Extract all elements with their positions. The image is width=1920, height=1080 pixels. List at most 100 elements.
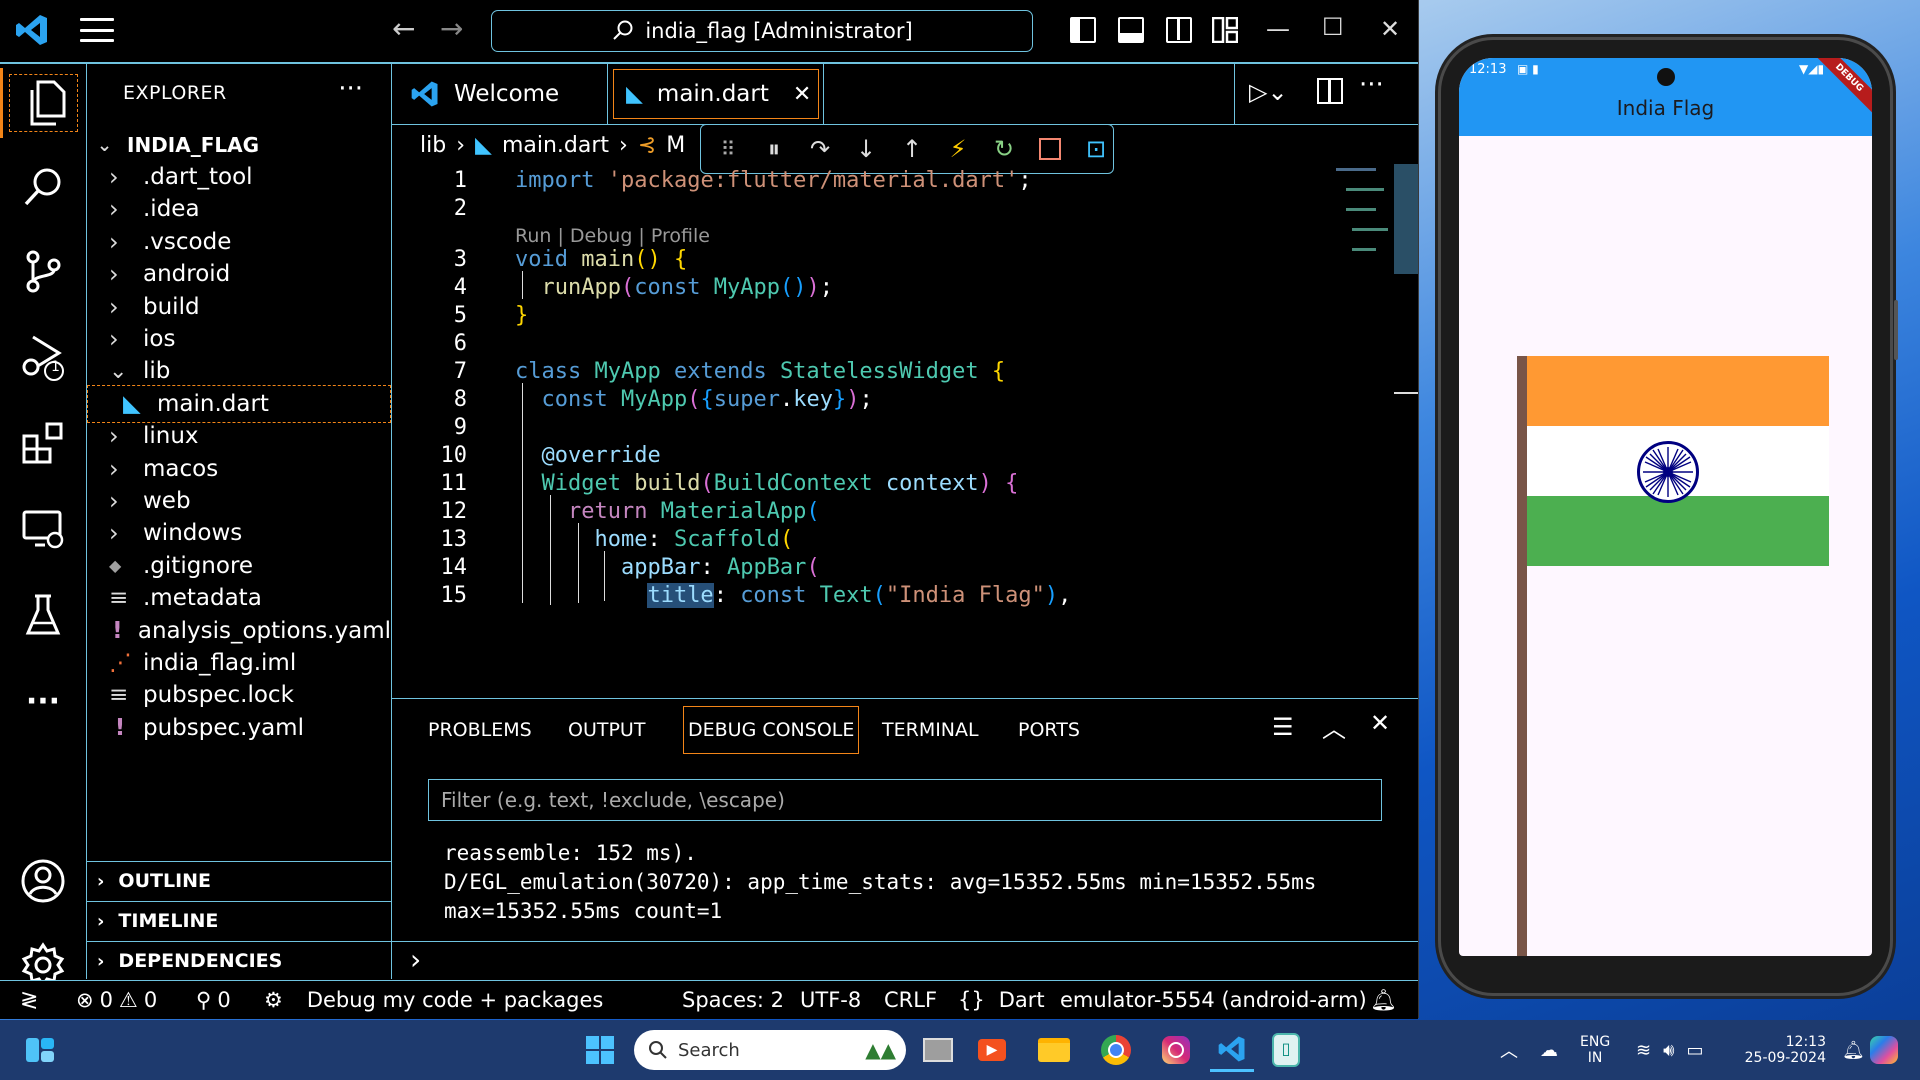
tree-item-label: linux <box>143 423 199 450</box>
explorer-icon[interactable] <box>0 68 86 138</box>
pause-icon[interactable]: ⏸ <box>759 134 789 164</box>
notifications-bell-icon[interactable]: 🔔︎ <box>1370 981 1397 1019</box>
extensions-icon[interactable] <box>0 408 86 478</box>
encoding-indicator[interactable]: UTF-8 <box>800 981 861 1019</box>
clock[interactable]: 12:13 25-09-2024 <box>1736 1020 1826 1080</box>
editor-area: Welcome ◣ main.dart ✕ ▷⌄ ··· lib › ◣ mai… <box>392 64 1418 696</box>
maximize-panel-icon[interactable]: ︿ <box>1322 709 1346 744</box>
back-arrow-icon[interactable]: ← <box>392 14 415 44</box>
tab-welcome[interactable]: Welcome <box>392 64 608 124</box>
run-debug-icon[interactable]: 1 <box>0 322 86 392</box>
close-panel-icon[interactable]: ✕ <box>1370 709 1390 737</box>
step-over-icon[interactable]: ↷ <box>805 134 835 164</box>
chevron-right-icon: › <box>109 454 119 483</box>
timeline-section[interactable]: › TIMELINE <box>87 901 391 940</box>
show-hidden-icons[interactable]: ︿ <box>1500 1020 1518 1080</box>
forward-arrow-icon[interactable]: → <box>440 14 463 44</box>
editor-scrollbar[interactable] <box>1394 164 1418 696</box>
notification-bell-icon[interactable]: 🔔︎ <box>1842 1020 1865 1080</box>
error-icon: ⊗ <box>76 988 94 1012</box>
testing-icon[interactable] <box>0 580 86 650</box>
step-into-icon[interactable]: ↓ <box>851 134 881 164</box>
emulator-screen[interactable]: 12:13 ▣ ▮ ▼◢▮ DEBUG India Flag <box>1459 58 1872 956</box>
toggle-secondary-sidebar-icon[interactable] <box>1166 17 1192 43</box>
remote-indicator-icon[interactable]: ≷ <box>20 981 38 1019</box>
vscode-taskbar-icon[interactable] <box>1210 1028 1254 1072</box>
toggle-primary-sidebar-icon[interactable] <box>1070 17 1096 43</box>
widgets-icon[interactable] <box>18 1028 62 1072</box>
tree-item-pubspec-yaml[interactable]: ! pubspec.yaml <box>87 709 391 747</box>
close-window-button[interactable]: ✕ <box>1380 14 1400 44</box>
code-editor[interactable]: 1 import 'package:flutter/material.dart';… <box>392 164 1392 696</box>
tree-item-label: ios <box>143 326 176 352</box>
outline-section[interactable]: › OUTLINE <box>87 861 391 900</box>
android-emulator: 12:13 ▣ ▮ ▼◢▮ DEBUG India Flag <box>1441 40 1898 993</box>
close-tab-icon[interactable]: ✕ <box>793 82 811 107</box>
explorer-more-actions-icon[interactable]: ··· <box>338 74 363 104</box>
search-icon[interactable] <box>0 152 86 222</box>
device-indicator[interactable]: emulator-5554 (android-arm) <box>1060 981 1367 1019</box>
ports-count: 0 <box>217 988 231 1012</box>
customize-layout-icon[interactable] <box>1211 16 1239 44</box>
tree-item-label: .metadata <box>143 585 262 612</box>
onedrive-cloud-icon[interactable]: ☁ <box>1540 1020 1558 1080</box>
more-views-icon[interactable]: ··· <box>0 666 86 736</box>
minimize-button[interactable]: — <box>1266 14 1290 44</box>
language-indicator[interactable]: {} Dart <box>958 981 1045 1019</box>
console-input[interactable]: › <box>392 941 1418 980</box>
tab-problems[interactable]: PROBLEMS <box>428 707 532 753</box>
emulator-taskbar-icon[interactable]: ▯ <box>1264 1028 1308 1072</box>
widget-inspector-icon[interactable]: ⊡ <box>1081 134 1111 164</box>
tab-ports-label: PORTS <box>1018 719 1080 741</box>
command-center-search[interactable]: india_flag [Administrator] <box>491 10 1033 52</box>
drag-handle-icon[interactable]: ⠿ <box>713 134 743 164</box>
copilot-icon[interactable] <box>1870 1020 1898 1080</box>
breadcrumb-main-dart[interactable]: main.dart <box>502 133 609 158</box>
console-filter-input[interactable]: Filter (e.g. text, !exclude, \escape) <box>428 779 1382 821</box>
minimap[interactable] <box>1332 168 1392 278</box>
stop-icon[interactable] <box>1035 134 1065 164</box>
indent-guide <box>550 495 551 605</box>
language-indicator[interactable]: ENG IN <box>1580 1020 1610 1080</box>
breadcrumb-symbol[interactable]: M <box>666 133 685 158</box>
split-editor-icon[interactable] <box>1317 78 1343 104</box>
dependencies-section[interactable]: › DEPENDENCIES <box>87 941 391 980</box>
remote-explorer-icon[interactable] <box>0 494 86 564</box>
tab-debug-console[interactable]: DEBUG CONSOLE <box>682 706 860 754</box>
accounts-icon[interactable] <box>0 846 86 916</box>
tab-ports[interactable]: PORTS <box>1018 707 1080 753</box>
breadcrumb-lib[interactable]: lib <box>420 133 446 158</box>
file-explorer-icon[interactable] <box>1032 1028 1076 1072</box>
indent-guide <box>604 551 605 601</box>
chrome-icon[interactable] <box>1094 1028 1138 1072</box>
debug-mode-indicator[interactable]: ⚙ Debug my code + packages <box>264 981 603 1019</box>
chevron-right-icon: › <box>97 870 105 892</box>
task-view-icon[interactable] <box>916 1028 960 1072</box>
flag-green-band <box>1527 496 1829 566</box>
eol-indicator[interactable]: CRLF <box>884 981 937 1019</box>
taskbar-search[interactable]: Search ▲▲ <box>634 1030 906 1070</box>
yaml-file-icon: ! <box>112 617 123 644</box>
run-debug-dropdown-icon[interactable]: ▷⌄ <box>1249 78 1288 106</box>
restart-icon[interactable]: ↻ <box>989 134 1019 164</box>
tab-output[interactable]: OUTPUT <box>568 707 645 753</box>
step-out-icon[interactable]: ↑ <box>897 134 927 164</box>
run-debug-badge: 1 <box>51 359 60 375</box>
start-windows-icon[interactable] <box>578 1028 622 1072</box>
tab-terminal[interactable]: TERMINAL <box>882 707 979 753</box>
toggle-panel-icon[interactable] <box>1118 17 1144 43</box>
problems-indicator[interactable]: ⊗ 0 ⚠ 0 <box>76 981 157 1019</box>
clear-console-icon[interactable]: ☰ <box>1272 713 1294 741</box>
ports-indicator[interactable]: ⚲ 0 <box>196 981 231 1019</box>
video-app-icon[interactable]: ▶ <box>970 1028 1014 1072</box>
tab-main-dart[interactable]: ◣ main.dart ✕ <box>608 64 824 124</box>
hot-reload-icon[interactable]: ⚡ <box>943 134 973 164</box>
more-actions-icon[interactable]: ··· <box>1359 70 1384 100</box>
system-tray-icons[interactable]: ≋ 🔊︎ ▭ <box>1636 1020 1703 1080</box>
indent-guide <box>522 271 523 299</box>
maximize-button[interactable]: ☐ <box>1322 12 1344 42</box>
indentation-indicator[interactable]: Spaces: 2 <box>682 981 784 1019</box>
hamburger-menu-icon[interactable] <box>80 18 114 42</box>
source-control-icon[interactable] <box>0 236 86 306</box>
instagram-icon[interactable] <box>1154 1028 1198 1072</box>
